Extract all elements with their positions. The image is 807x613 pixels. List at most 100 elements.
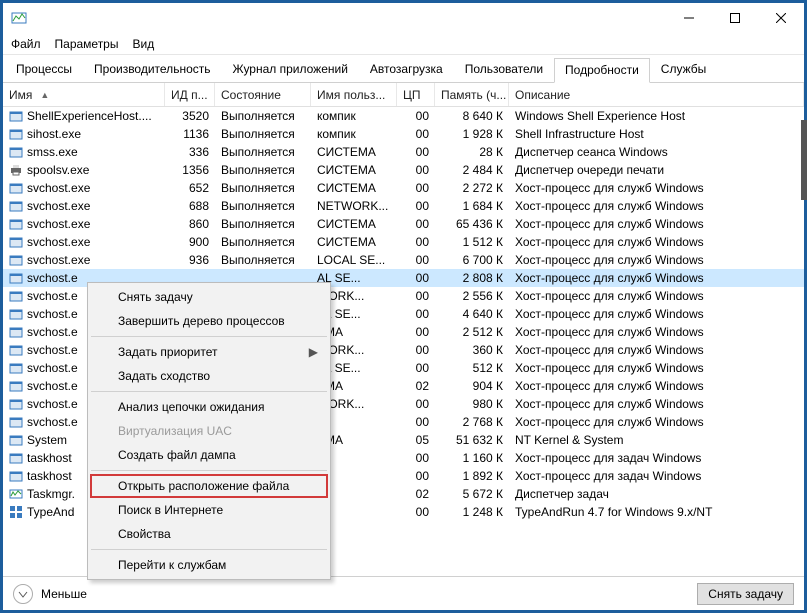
header-memory[interactable]: Память (ч... bbox=[435, 83, 509, 106]
process-description: Хост-процесс для служб Windows bbox=[509, 343, 804, 357]
header-name[interactable]: Имя▲ bbox=[3, 83, 165, 106]
process-description: Хост-процесс для служб Windows bbox=[509, 397, 804, 411]
process-name: svchost.e bbox=[27, 397, 78, 411]
process-name: svchost.exe bbox=[27, 253, 90, 267]
process-status: Выполняется bbox=[215, 145, 311, 159]
sort-asc-icon: ▲ bbox=[40, 90, 49, 100]
header-pid[interactable]: ИД п... bbox=[165, 83, 215, 106]
process-memory: 2 808 К bbox=[435, 271, 509, 285]
process-cpu: 00 bbox=[397, 253, 435, 267]
process-cpu: 00 bbox=[397, 289, 435, 303]
ctx-open-location[interactable]: Открыть расположение файла bbox=[90, 474, 328, 498]
table-row[interactable]: svchost.exe652ВыполняетсяСИСТЕМА002 272 … bbox=[3, 179, 804, 197]
ctx-waitchain[interactable]: Анализ цепочки ожидания bbox=[90, 395, 328, 419]
process-memory: 6 700 К bbox=[435, 253, 509, 267]
process-status: Выполняется bbox=[215, 253, 311, 267]
process-icon bbox=[9, 397, 23, 411]
process-memory: 4 640 К bbox=[435, 307, 509, 321]
scrollbar-thumb[interactable] bbox=[801, 120, 807, 200]
process-memory: 2 512 К bbox=[435, 325, 509, 339]
process-status: Выполняется bbox=[215, 109, 311, 123]
table-row[interactable]: svchost.exe 936ВыполняетсяLOCAL SE...006 … bbox=[3, 251, 804, 269]
tab-processes[interactable]: Процессы bbox=[5, 57, 83, 82]
header-description[interactable]: Описание bbox=[509, 83, 804, 106]
process-description: Хост-процесс для служб Windows bbox=[509, 289, 804, 303]
process-description: Хост-процесс для служб Windows bbox=[509, 199, 804, 213]
process-memory: 2 556 К bbox=[435, 289, 509, 303]
ctx-end-task[interactable]: Снять задачу bbox=[90, 285, 328, 309]
process-name: svchost.e bbox=[27, 271, 78, 285]
tab-users[interactable]: Пользователи bbox=[454, 57, 554, 82]
process-description: Хост-процесс для служб Windows bbox=[509, 271, 804, 285]
process-icon bbox=[9, 415, 23, 429]
process-pid: 3520 bbox=[165, 109, 215, 123]
close-button[interactable] bbox=[758, 3, 804, 33]
tab-startup[interactable]: Автозагрузка bbox=[359, 57, 454, 82]
process-memory: 1 928 К bbox=[435, 127, 509, 141]
process-pid: 1356 bbox=[165, 163, 215, 177]
footer: Меньше Снять задачу bbox=[3, 576, 804, 610]
table-row[interactable]: spoolsv.exe1356ВыполняетсяСИСТЕМА002 484… bbox=[3, 161, 804, 179]
process-pid: 336 bbox=[165, 145, 215, 159]
process-name: ShellExperienceHost.... bbox=[27, 109, 152, 123]
process-description: Хост-процесс для задач Windows bbox=[509, 451, 804, 465]
ctx-properties[interactable]: Свойства bbox=[90, 522, 328, 546]
process-memory: 360 К bbox=[435, 343, 509, 357]
process-pid: 936 bbox=[165, 253, 215, 267]
ctx-separator bbox=[91, 470, 327, 471]
header-status[interactable]: Состояние bbox=[215, 83, 311, 106]
process-user: LOCAL SE... bbox=[311, 253, 397, 267]
process-cpu: 05 bbox=[397, 433, 435, 447]
process-memory: 512 К bbox=[435, 361, 509, 375]
table-row[interactable]: svchost.exe860ВыполняетсяСИСТЕМА0065 436… bbox=[3, 215, 804, 233]
process-pid: 688 bbox=[165, 199, 215, 213]
process-icon bbox=[9, 433, 23, 447]
column-headers: Имя▲ ИД п... Состояние Имя польз... ЦП П… bbox=[3, 83, 804, 107]
minimize-button[interactable] bbox=[666, 3, 712, 33]
process-description: Хост-процесс для служб Windows bbox=[509, 415, 804, 429]
table-row[interactable]: svchost.exe900ВыполняетсяСИСТЕМА001 512 … bbox=[3, 233, 804, 251]
process-name: svchost.e bbox=[27, 415, 78, 429]
maximize-button[interactable] bbox=[712, 3, 758, 33]
ctx-end-tree[interactable]: Завершить дерево процессов bbox=[90, 309, 328, 333]
process-cpu: 02 bbox=[397, 487, 435, 501]
table-row[interactable]: sihost.exe1136Выполняетсякомпик001 928 К… bbox=[3, 125, 804, 143]
ctx-affinity[interactable]: Задать сходство bbox=[90, 364, 328, 388]
process-name: Taskmgr. bbox=[27, 487, 75, 501]
menu-view[interactable]: Вид bbox=[132, 37, 154, 51]
process-memory: 51 632 К bbox=[435, 433, 509, 447]
process-memory: 2 484 К bbox=[435, 163, 509, 177]
process-name: sihost.exe bbox=[27, 127, 81, 141]
ctx-go-to-service[interactable]: Перейти к службам bbox=[90, 553, 328, 577]
table-row[interactable]: smss.exe336ВыполняетсяСИСТЕМА0028 КДиспе… bbox=[3, 143, 804, 161]
tab-performance[interactable]: Производительность bbox=[83, 57, 221, 82]
menu-file[interactable]: Файл bbox=[11, 37, 41, 51]
tab-services[interactable]: Службы bbox=[650, 57, 717, 82]
menu-options[interactable]: Параметры bbox=[55, 37, 119, 51]
process-icon bbox=[9, 469, 23, 483]
process-pid: 1136 bbox=[165, 127, 215, 141]
ctx-dump[interactable]: Создать файл дампа bbox=[90, 443, 328, 467]
process-memory: 1 512 К bbox=[435, 235, 509, 249]
process-description: Диспетчер очереди печати bbox=[509, 163, 804, 177]
process-icon bbox=[9, 361, 23, 375]
table-row[interactable]: svchost.exe688ВыполняетсяNETWORK...001 6… bbox=[3, 197, 804, 215]
process-status: Выполняется bbox=[215, 199, 311, 213]
process-status: Выполняется bbox=[215, 217, 311, 231]
process-name: svchost.exe bbox=[27, 199, 90, 213]
ctx-search-online[interactable]: Поиск в Интернете bbox=[90, 498, 328, 522]
end-task-button[interactable]: Снять задачу bbox=[697, 583, 794, 605]
header-cpu[interactable]: ЦП bbox=[397, 83, 435, 106]
process-memory: 1 892 К bbox=[435, 469, 509, 483]
tab-apphistory[interactable]: Журнал приложений bbox=[222, 57, 359, 82]
table-row[interactable]: ShellExperienceHost....3520Выполняетсяко… bbox=[3, 107, 804, 125]
ctx-priority[interactable]: Задать приоритет▶ bbox=[90, 340, 328, 364]
process-memory: 28 К bbox=[435, 145, 509, 159]
process-description: Диспетчер сеанса Windows bbox=[509, 145, 804, 159]
process-description: Хост-процесс для служб Windows bbox=[509, 379, 804, 393]
tab-details[interactable]: Подробности bbox=[554, 58, 650, 83]
header-user[interactable]: Имя польз... bbox=[311, 83, 397, 106]
ctx-separator bbox=[91, 336, 327, 337]
process-cpu: 00 bbox=[397, 109, 435, 123]
fewer-details-button[interactable] bbox=[13, 584, 33, 604]
